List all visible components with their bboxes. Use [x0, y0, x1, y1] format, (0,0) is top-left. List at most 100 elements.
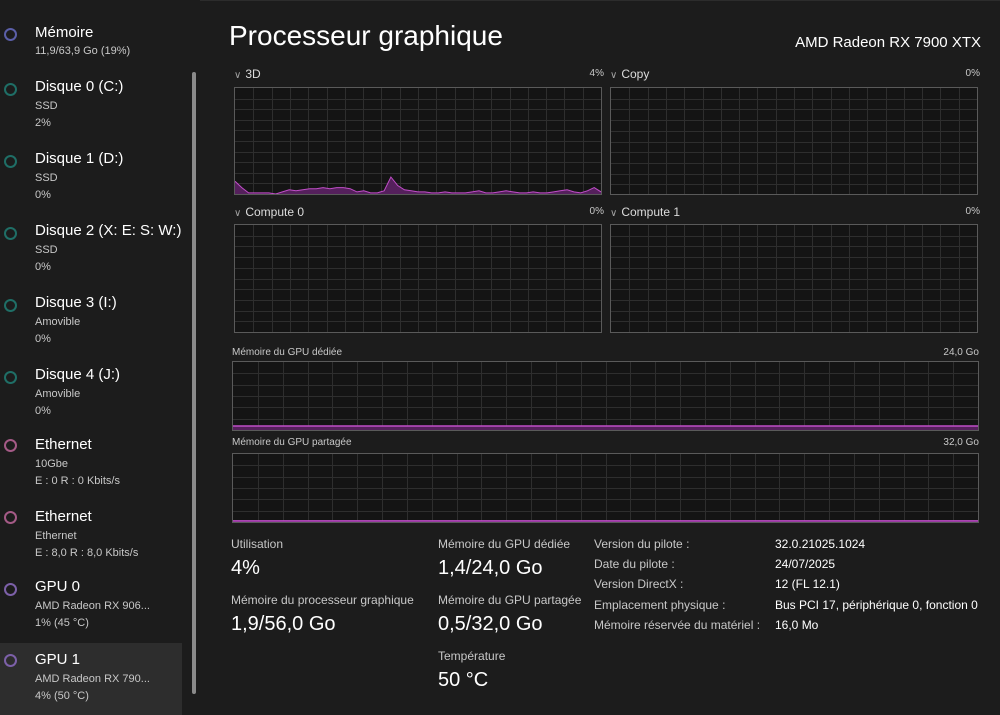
shared-memory-graph-max: 32,0 Go: [943, 437, 979, 448]
engine-copy-chart: [611, 88, 977, 194]
engine-percent: 0%: [965, 68, 980, 79]
driver-version-value: 32.0.21025.1024: [775, 537, 866, 551]
engine-graph-compute0: [234, 224, 602, 333]
engine-selector-compute1[interactable]: ∨ Compute 1: [610, 205, 680, 219]
engine-3d-chart: [235, 88, 601, 194]
sidebar-item-detail: 4% (50 °C): [35, 690, 89, 702]
sidebar-item-detail: E : 8,0 R : 8,0 Kbits/s: [35, 547, 139, 559]
sidebar-item-disk3[interactable]: Disque 3 (I:) Amovible 0%: [0, 290, 182, 352]
sidebar-item-title: Ethernet: [35, 508, 92, 525]
engine-graph-3d: [234, 87, 602, 195]
ethernet-indicator-icon: [4, 439, 17, 452]
engine-percent: 4%: [589, 68, 604, 79]
dedicated-memory-graph: [232, 361, 979, 431]
sidebar-item-ethernet[interactable]: Ethernet Ethernet E : 8,0 R : 8,0 Kbits/…: [0, 506, 182, 568]
sidebar-item-subtitle: SSD: [35, 172, 58, 184]
hardware-reserved-memory-value: 16,0 Mo: [775, 618, 819, 632]
sidebar-item-title: Disque 0 (C:): [35, 78, 124, 95]
sidebar-item-detail: 0%: [35, 333, 51, 345]
sidebar-item-gpu0[interactable]: GPU 0 AMD Radeon RX 906... 1% (45 °C): [0, 574, 182, 636]
disk-indicator-icon: [4, 299, 17, 312]
shared-memory-label: Mémoire du GPU partagée: [438, 593, 582, 607]
sidebar-item-detail: 0%: [35, 261, 51, 273]
sidebar-item-title: Disque 4 (J:): [35, 366, 121, 383]
engine-name: Copy: [621, 67, 650, 81]
sidebar-item-subtitle: Amovible: [35, 316, 81, 328]
engine-compute0-chart: [235, 225, 601, 332]
memory-indicator-icon: [4, 28, 17, 41]
dedicated-memory-chart: [233, 362, 978, 430]
sidebar-item-title: GPU 1: [35, 651, 81, 668]
directx-version-label: Version DirectX :: [594, 577, 684, 591]
disk-indicator-icon: [4, 227, 17, 240]
shared-memory-chart: [233, 454, 978, 522]
utilisation-label: Utilisation: [231, 537, 284, 551]
sidebar-item-title: GPU 0: [35, 578, 81, 595]
sidebar-item-subtitle: AMD Radeon RX 906...: [35, 600, 150, 612]
dedicated-memory-value: 1,4/24,0 Go: [438, 557, 543, 579]
utilisation-value: 4%: [231, 557, 260, 579]
sidebar-item-detail: 0%: [35, 189, 51, 201]
sidebar-item-title: Disque 2 (X: E: S: W:): [35, 222, 182, 239]
disk-indicator-icon: [4, 83, 17, 96]
engine-selector-copy[interactable]: ∨ Copy: [610, 67, 649, 81]
shared-memory-graph-label: Mémoire du GPU partagée: [232, 437, 352, 448]
device-name: AMD Radeon RX 7900 XTX: [795, 34, 981, 51]
sidebar-item-title: Mémoire: [35, 24, 94, 41]
chevron-down-icon: ∨: [234, 70, 242, 81]
dedicated-memory-graph-max: 24,0 Go: [943, 347, 979, 358]
sidebar-item-subtitle: SSD: [35, 100, 58, 112]
engine-selector-3d[interactable]: ∨ 3D: [234, 67, 261, 81]
physical-location-label: Emplacement physique :: [594, 598, 726, 612]
sidebar-item-disk0[interactable]: Disque 0 (C:) SSD 2%: [0, 74, 182, 136]
hardware-reserved-memory-label: Mémoire réservée du matériel :: [594, 618, 761, 632]
sidebar-item-subtitle: AMD Radeon RX 790...: [35, 673, 150, 685]
sidebar-item-memory[interactable]: Mémoire 11,9/63,9 Go (19%): [0, 20, 182, 64]
gpu-indicator-icon: [4, 583, 17, 596]
sidebar-scrollbar[interactable]: [192, 72, 196, 694]
sidebar-item-detail: E : 0 R : 0 Kbits/s: [35, 475, 120, 487]
engine-name: Compute 1: [621, 205, 681, 219]
sidebar-item-title: Disque 1 (D:): [35, 150, 124, 167]
sidebar-item-title: Ethernet: [35, 436, 92, 453]
engine-graph-compute1: [610, 224, 978, 333]
sidebar-item-subtitle: SSD: [35, 244, 58, 256]
engine-name: 3D: [245, 67, 261, 81]
shared-memory-value: 0,5/32,0 Go: [438, 613, 543, 635]
directx-version-value: 12 (FL 12.1): [775, 577, 840, 591]
sidebar-item-disk2[interactable]: Disque 2 (X: E: S: W:) SSD 0%: [0, 218, 182, 280]
temperature-value: 50 °C: [438, 669, 489, 691]
dedicated-memory-label: Mémoire du GPU dédiée: [438, 537, 571, 551]
driver-version-label: Version du pilote :: [594, 537, 690, 551]
sidebar-item-detail: 2%: [35, 117, 51, 129]
engine-percent: 0%: [589, 206, 604, 217]
engine-selector-compute0[interactable]: ∨ Compute 0: [234, 205, 304, 219]
gpu-detail-panel: Processeur graphique AMD Radeon RX 7900 …: [200, 0, 1000, 715]
sidebar-item-detail: 0%: [35, 405, 51, 417]
sidebar-item-disk1[interactable]: Disque 1 (D:) SSD 0%: [0, 146, 182, 208]
sidebar: Mémoire 11,9/63,9 Go (19%) Disque 0 (C:)…: [0, 0, 200, 715]
page-title: Processeur graphique: [229, 20, 503, 51]
sidebar-item-subtitle: Ethernet: [35, 530, 77, 542]
ethernet-indicator-icon: [4, 511, 17, 524]
sidebar-item-subtitle: 10Gbe: [35, 458, 69, 470]
engine-percent: 0%: [965, 206, 980, 217]
gpu-indicator-icon: [4, 654, 17, 667]
sidebar-item-gpu1[interactable]: GPU 1 AMD Radeon RX 790... 4% (50 °C): [0, 643, 182, 715]
sidebar-item-disk4[interactable]: Disque 4 (J:) Amovible 0%: [0, 362, 182, 424]
sidebar-item-ethernet-10gbe[interactable]: Ethernet 10Gbe E : 0 R : 0 Kbits/s: [0, 434, 182, 496]
disk-indicator-icon: [4, 371, 17, 384]
sidebar-item-subtitle: 11,9/63,9 Go (19%): [35, 45, 131, 57]
physical-location-value: Bus PCI 17, périphérique 0, fonction 0: [775, 598, 978, 612]
sidebar-item-title: Disque 3 (I:): [35, 294, 117, 311]
gpu-proc-memory-value: 1,9/56,0 Go: [231, 613, 336, 635]
dedicated-memory-graph-label: Mémoire du GPU dédiée: [232, 347, 343, 358]
temperature-label: Température: [438, 649, 506, 663]
sidebar-item-subtitle: Amovible: [35, 388, 81, 400]
chevron-down-icon: ∨: [234, 208, 242, 219]
disk-indicator-icon: [4, 155, 17, 168]
engine-compute1-chart: [611, 225, 977, 332]
chevron-down-icon: ∨: [610, 70, 618, 81]
driver-date-value: 24/07/2025: [775, 557, 836, 571]
sidebar-item-detail: 1% (45 °C): [35, 617, 89, 629]
